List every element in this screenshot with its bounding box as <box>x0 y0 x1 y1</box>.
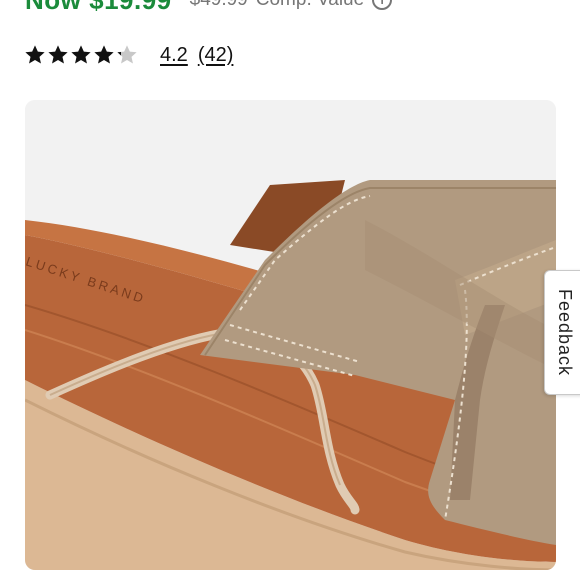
comp-value: $49.99 Comp. Value i <box>190 0 393 11</box>
sale-price: Now $19.99 <box>25 0 172 16</box>
product-image[interactable]: LUCKY BRAND <box>25 100 556 570</box>
rating-value-link[interactable]: 4.2 <box>160 44 188 67</box>
star-icon-4 <box>94 45 114 64</box>
price-row: Now $19.99 $49.99 Comp. Value i <box>25 0 393 16</box>
star-rating <box>24 44 138 66</box>
sandal-photo: LUCKY BRAND <box>25 100 556 570</box>
feedback-tab[interactable]: Feedback <box>544 270 580 395</box>
feedback-label: Feedback <box>555 288 575 377</box>
info-icon[interactable]: i <box>372 0 393 10</box>
star-icon-1 <box>25 45 45 64</box>
rating-row: 4.2 (42) <box>24 40 233 70</box>
review-count-link[interactable]: (42) <box>198 44 234 67</box>
comp-price: $49.99 <box>190 0 248 11</box>
star-icon-5-partial <box>117 45 137 64</box>
comp-label: Comp. Value <box>256 0 364 11</box>
star-icon-2 <box>48 45 68 64</box>
star-icon-3 <box>71 45 91 64</box>
